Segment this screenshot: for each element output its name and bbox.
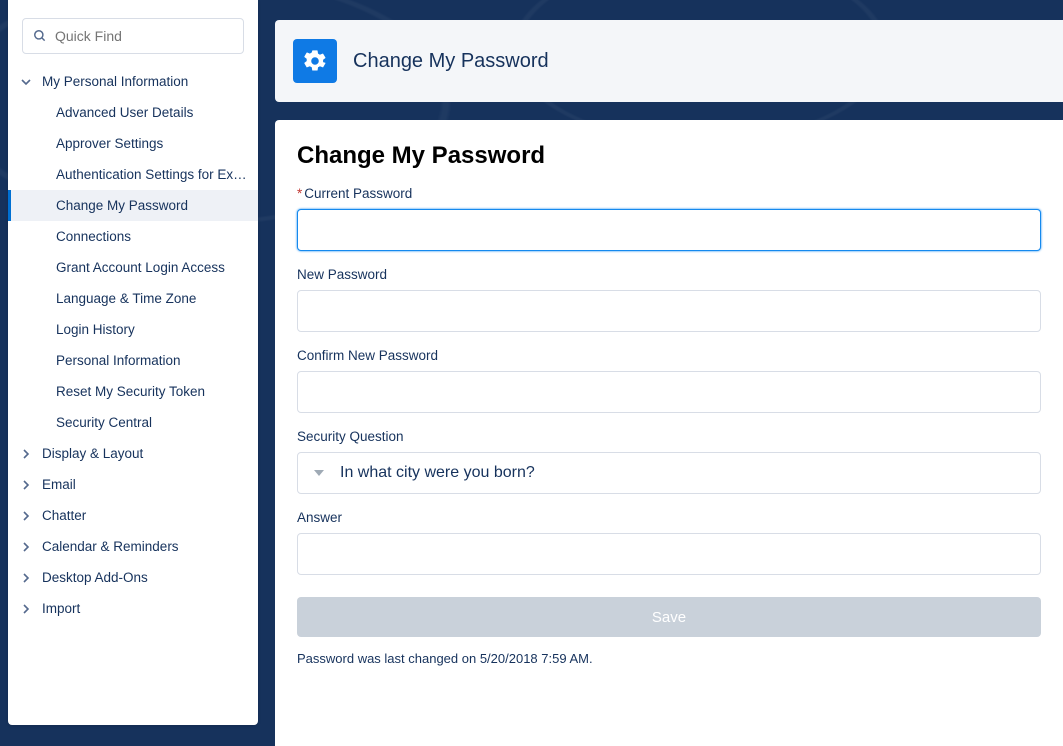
nav-item-change-password[interactable]: Change My Password: [8, 190, 258, 221]
nav-item-security-central[interactable]: Security Central: [8, 407, 258, 438]
chevron-right-icon: [18, 604, 34, 614]
nav-item-advanced-user-details[interactable]: Advanced User Details: [8, 97, 258, 128]
nav-item-label: Authentication Settings for Ext...: [56, 167, 248, 182]
nav-item-connections[interactable]: Connections: [8, 221, 258, 252]
content-panel: Change My Password *Current Password New…: [275, 120, 1063, 746]
page-title: Change My Password: [297, 142, 1041, 170]
nav-section-chatter[interactable]: Chatter: [8, 500, 258, 531]
nav-item-label: Advanced User Details: [56, 105, 193, 120]
nav-section-desktop-addons[interactable]: Desktop Add-Ons: [8, 562, 258, 593]
nav-item-label: Reset My Security Token: [56, 384, 205, 399]
gear-icon: [293, 39, 337, 83]
field-current-password: *Current Password: [297, 186, 1041, 251]
nav-item-label: Grant Account Login Access: [56, 260, 225, 275]
nav-section-label: Import: [42, 601, 80, 616]
nav-item-label: Change My Password: [56, 198, 188, 213]
save-button[interactable]: Save: [297, 597, 1041, 637]
nav-item-login-history[interactable]: Login History: [8, 314, 258, 345]
nav-section-personal-info[interactable]: My Personal Information: [8, 66, 258, 97]
new-password-label: New Password: [297, 267, 1041, 282]
nav-item-label: Approver Settings: [56, 136, 163, 151]
confirm-password-label: Confirm New Password: [297, 348, 1041, 363]
chevron-right-icon: [18, 573, 34, 583]
chevron-down-icon: [18, 77, 34, 87]
chevron-down-icon: [314, 470, 324, 476]
answer-input[interactable]: [297, 533, 1041, 575]
nav-item-approver-settings[interactable]: Approver Settings: [8, 128, 258, 159]
field-new-password: New Password: [297, 267, 1041, 332]
chevron-right-icon: [18, 542, 34, 552]
nav-section-label: My Personal Information: [42, 74, 188, 89]
nav-section-import[interactable]: Import: [8, 593, 258, 624]
sidebar: My Personal Information Advanced User De…: [8, 0, 258, 725]
nav-item-reset-security-token[interactable]: Reset My Security Token: [8, 376, 258, 407]
nav-section-label: Calendar & Reminders: [42, 539, 179, 554]
security-question-select[interactable]: In what city were you born?: [297, 452, 1041, 494]
required-marker: *: [297, 186, 302, 201]
current-password-label: *Current Password: [297, 186, 1041, 201]
nav-item-label: Security Central: [56, 415, 152, 430]
answer-label: Answer: [297, 510, 1041, 525]
nav-item-label: Login History: [56, 322, 135, 337]
password-last-changed-note: Password was last changed on 5/20/2018 7…: [297, 651, 1041, 666]
search-box[interactable]: [22, 18, 244, 54]
nav-item-label: Personal Information: [56, 353, 181, 368]
nav: My Personal Information Advanced User De…: [8, 60, 258, 624]
page-header: Change My Password: [275, 20, 1063, 102]
field-answer: Answer: [297, 510, 1041, 575]
security-question-label: Security Question: [297, 429, 1041, 444]
chevron-right-icon: [18, 480, 34, 490]
nav-section-display-layout[interactable]: Display & Layout: [8, 438, 258, 469]
security-question-value: In what city were you born?: [340, 464, 535, 482]
nav-section-email[interactable]: Email: [8, 469, 258, 500]
nav-item-auth-settings-external[interactable]: Authentication Settings for Ext...: [8, 159, 258, 190]
field-confirm-password: Confirm New Password: [297, 348, 1041, 413]
nav-section-calendar-reminders[interactable]: Calendar & Reminders: [8, 531, 258, 562]
chevron-right-icon: [18, 449, 34, 459]
new-password-input[interactable]: [297, 290, 1041, 332]
nav-section-label: Email: [42, 477, 76, 492]
nav-item-grant-login-access[interactable]: Grant Account Login Access: [8, 252, 258, 283]
search-icon: [33, 29, 47, 43]
nav-item-label: Connections: [56, 229, 131, 244]
confirm-password-input[interactable]: [297, 371, 1041, 413]
nav-item-language-timezone[interactable]: Language & Time Zone: [8, 283, 258, 314]
search-container: [8, 18, 258, 60]
nav-item-personal-information[interactable]: Personal Information: [8, 345, 258, 376]
field-security-question: Security Question In what city were you …: [297, 429, 1041, 494]
nav-section-label: Chatter: [42, 508, 86, 523]
nav-section-label: Desktop Add-Ons: [42, 570, 148, 585]
chevron-right-icon: [18, 511, 34, 521]
current-password-input[interactable]: [297, 209, 1041, 251]
nav-section-label: Display & Layout: [42, 446, 143, 461]
nav-item-label: Language & Time Zone: [56, 291, 196, 306]
label-text: Current Password: [304, 186, 412, 201]
page-header-title: Change My Password: [353, 50, 549, 73]
search-input[interactable]: [55, 28, 233, 44]
